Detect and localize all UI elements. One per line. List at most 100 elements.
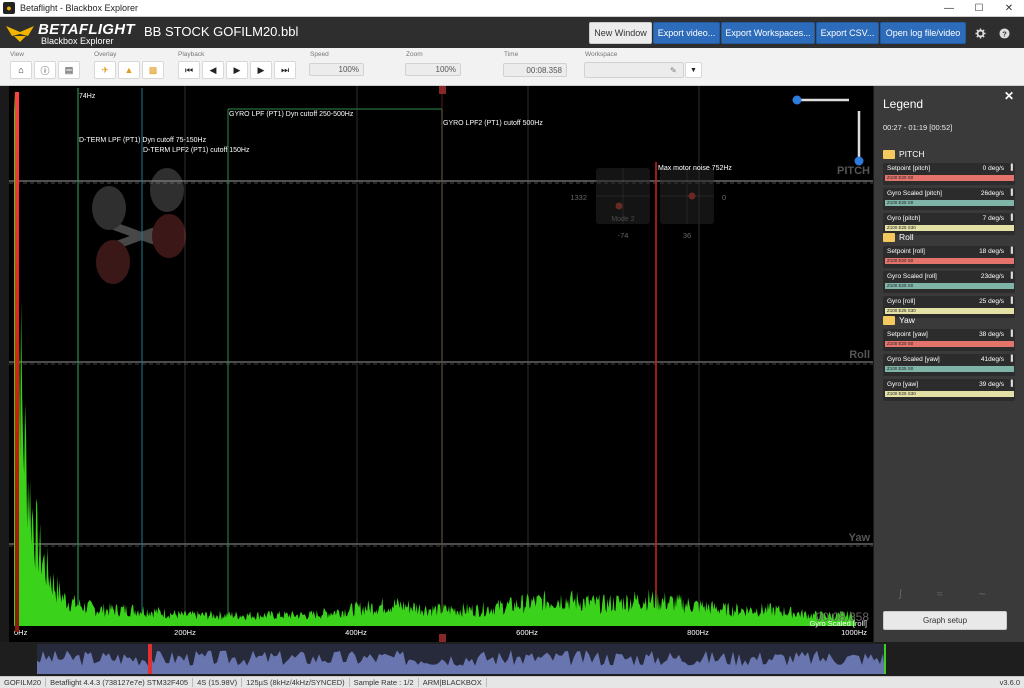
legend-item-value: 23deg/s <box>980 273 1004 280</box>
export-csv-button[interactable]: Export CSV... <box>816 22 879 44</box>
playback-group-label: Playback <box>178 51 205 58</box>
new-window-button[interactable]: New Window <box>589 22 652 44</box>
status-version: v3.6.0 <box>999 678 1020 687</box>
time-label: Time <box>504 51 519 58</box>
axis-label-pitch: PITCH <box>837 165 870 177</box>
left-stick-dot <box>615 202 623 210</box>
x-tick-label: 1000Hz <box>841 628 867 637</box>
stick-right-value: 0 <box>722 193 726 202</box>
legend-item-value: 7 deg/s <box>982 215 1004 222</box>
status-bar: GOFILM20 Betaflight 4.4.3 (738127e7e) ST… <box>0 676 1024 688</box>
bar-chart-icon[interactable]: ▐ <box>1009 165 1013 171</box>
graph-setup-button[interactable]: Graph setup <box>883 611 1007 630</box>
overlay-group-label: Overlay <box>94 51 117 58</box>
sticks-overlay-icon[interactable]: ▲ <box>118 61 140 79</box>
home-icon[interactable]: ⌂ <box>10 61 32 79</box>
bar-chart-icon[interactable]: ▐ <box>1009 248 1013 254</box>
play-icon[interactable]: ▶ <box>226 61 248 79</box>
legend-group-header[interactable]: Yaw <box>883 314 1015 326</box>
craft-overlay-icon[interactable]: ✈ <box>94 61 116 79</box>
speed-field[interactable]: 100% <box>309 63 364 76</box>
legend-item[interactable]: Gyro Scaled [roll] 23deg/s ▐ Z100 E25 S0 <box>883 271 1015 293</box>
jump-start-icon[interactable]: ⏮ <box>178 61 200 79</box>
spectrum-analyser-graph[interactable]: 1332 0 -74 36 Mode 2 74Hz D-TERM LPF (PT… <box>9 86 873 642</box>
bar-chart-icon[interactable]: ▐ <box>1009 381 1013 387</box>
bar-chart-icon[interactable]: ▐ <box>1009 356 1013 362</box>
help-icon[interactable]: ? <box>993 22 1015 44</box>
workspace-dropdown-icon[interactable]: ▼ <box>685 62 702 78</box>
legend-item[interactable]: Gyro Scaled [yaw] 41deg/s ▐ Z100 E25 S0 <box>883 354 1015 376</box>
open-log-button[interactable]: Open log file/video <box>880 22 966 44</box>
export-video-button[interactable]: Export video... <box>653 22 720 44</box>
legend-item[interactable]: Setpoint [yaw] 38 deg/s ▐ Z100 E20 S0 <box>883 329 1015 351</box>
legend-item-color-bar: Z100 E20 S0 <box>885 341 1014 347</box>
step-forward-icon[interactable]: ▶ <box>250 61 272 79</box>
seek-end-marker <box>884 644 886 674</box>
status-looptime: 125µS (8kHz/4kHz/SYNCED) <box>242 678 350 687</box>
status-flags: ARM|BLACKBOX <box>419 678 487 687</box>
analyser-overlay-icon[interactable]: ▩ <box>142 61 164 79</box>
view-group-label: View <box>10 51 24 58</box>
time-field[interactable]: 00:08.358 <box>503 63 567 77</box>
speed-label: Speed <box>310 51 329 58</box>
bar-chart-icon[interactable]: ▐ <box>1009 190 1013 196</box>
step-back-icon[interactable]: ◀ <box>202 61 224 79</box>
legend-group: Roll Setpoint [roll] 18 deg/s ▐ Z100 E20 S0 G… <box>883 231 1015 318</box>
close-icon[interactable]: ✕ <box>1004 89 1014 103</box>
x-tick-label: 200Hz <box>174 628 196 637</box>
mode-label: Mode 2 <box>611 216 634 223</box>
info-icon[interactable]: ⓘ <box>34 61 56 79</box>
status-battery: 4S (15.98V) <box>193 678 243 687</box>
brand-subtitle: Blackbox Explorer <box>41 36 114 46</box>
bar-chart-icon[interactable]: ▐ <box>1009 298 1013 304</box>
playhead-handle <box>439 86 446 94</box>
app-icon: ● <box>3 2 15 14</box>
trace-icon[interactable]: ∼ <box>978 589 986 600</box>
legend-group-header[interactable]: PITCH <box>883 148 1015 160</box>
legend-item-value: 18 deg/s <box>979 248 1004 255</box>
workspace-select[interactable] <box>584 62 684 78</box>
legend-item[interactable]: Gyro [yaw] 39 deg/s ▐ Z100 E25 S30 <box>883 379 1015 401</box>
legend-time-range: 00:27 - 01:19 [00:52] <box>883 123 953 132</box>
export-workspaces-button[interactable]: Export Workspaces... <box>721 22 815 44</box>
maximize-icon[interactable]: ☐ <box>964 0 994 17</box>
legend-item-value: 0 deg/s <box>982 165 1004 172</box>
legend-item-color-bar: Z100 E25 S0 <box>885 283 1014 289</box>
minimize-icon[interactable]: — <box>934 0 964 17</box>
legend-item-color-bar: Z100 E25 S0 <box>885 200 1014 206</box>
bar-chart-icon[interactable]: ▐ <box>1009 215 1013 221</box>
legend-item-color-bar: Z100 E25 S30 <box>885 391 1014 397</box>
legend-item-color-bar: Z100 E20 S0 <box>885 175 1014 181</box>
pencil-icon[interactable]: ✎ <box>670 66 677 75</box>
gear-icon[interactable] <box>969 22 991 44</box>
jump-end-icon[interactable]: ⏭ <box>274 61 296 79</box>
legend-item[interactable]: Setpoint [pitch] 0 deg/s ▐ Z100 E20 S0 <box>883 163 1015 185</box>
legend-group-header[interactable]: Roll <box>883 231 1015 243</box>
legend-group-name: PITCH <box>899 149 925 159</box>
close-window-icon[interactable]: ✕ <box>994 0 1024 17</box>
x-tick-label: 600Hz <box>516 628 538 637</box>
status-sample-rate: Sample Rate : 1/2 <box>350 678 419 687</box>
window-title: Betaflight - Blackbox Explorer <box>20 3 139 13</box>
zoom-field[interactable]: 100% <box>405 63 461 76</box>
marker-label-motor-noise: Max motor noise 752Hz <box>658 165 732 172</box>
seek-bar[interactable] <box>0 642 1024 676</box>
status-firmware: Betaflight 4.4.3 (738127e7e) STM32F405 <box>46 678 194 687</box>
legend-item[interactable]: Setpoint [roll] 18 deg/s ▐ Z100 E20 S0 <box>883 246 1015 268</box>
spectrum-icon[interactable]: ≈ <box>937 589 943 600</box>
bar-chart-icon[interactable]: ▐ <box>1009 273 1013 279</box>
legend-item-name: Gyro Scaled [roll] <box>887 273 937 280</box>
axis-label-roll: Roll <box>849 349 870 361</box>
fft-icon[interactable]: ∫ <box>899 589 902 600</box>
table-view-icon[interactable]: ▤ <box>58 61 80 79</box>
legend-item-name: Gyro [roll] <box>887 298 916 305</box>
seek-position-marker <box>148 644 152 674</box>
legend-item-name: Gyro [yaw] <box>887 381 919 388</box>
playhead-handle-bottom <box>439 634 446 642</box>
window-controls: — ☐ ✕ <box>934 0 1024 17</box>
x-tick-label: 800Hz <box>687 628 709 637</box>
bar-chart-icon[interactable]: ▐ <box>1009 331 1013 337</box>
legend-item[interactable]: Gyro Scaled [pitch] 26deg/s ▐ Z100 E25 S0 <box>883 188 1015 210</box>
legend-item-color-bar: Z100 E25 S0 <box>885 366 1014 372</box>
legend-panel: Legend ✕ 00:27 - 01:19 [00:52] PITCH Setp… <box>874 86 1024 642</box>
